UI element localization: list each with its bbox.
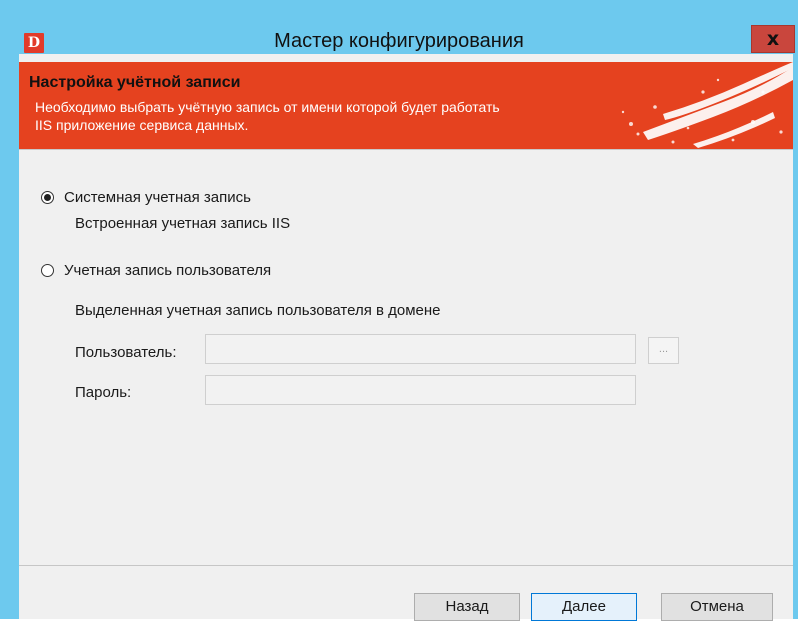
window-title: Мастер конфигурирования	[274, 30, 524, 52]
header-banner: Настройка учётной записи Необходимо выбр…	[19, 62, 793, 149]
system-account-radio[interactable]	[41, 191, 54, 204]
user-field-label: Пользователь:	[75, 344, 177, 361]
user-account-label[interactable]: Учетная запись пользователя	[64, 262, 271, 279]
system-account-label[interactable]: Системная учетная запись	[64, 189, 251, 206]
page-description-line2: IIS приложение сервиса данных.	[35, 117, 249, 133]
page-title: Настройка учётной записи	[29, 74, 241, 91]
title-bar[interactable]: D Мастер конфигурирования x	[0, 0, 798, 54]
paint-splash-icon	[621, 62, 793, 148]
user-account-radio[interactable]	[41, 264, 54, 277]
password-field-label: Пароль:	[75, 384, 132, 401]
user-account-description: Выделенная учетная запись пользователя в…	[75, 302, 441, 319]
back-button[interactable]: Назад	[414, 593, 520, 621]
system-account-option[interactable]: Системная учетная запись	[41, 189, 251, 206]
next-button[interactable]: Далее	[531, 593, 637, 621]
footer-divider	[19, 565, 793, 566]
user-field[interactable]	[205, 334, 636, 364]
close-button[interactable]: x	[751, 25, 795, 53]
page-description-line1: Необходимо выбрать учётную запись от име…	[35, 99, 500, 115]
password-field[interactable]	[205, 375, 636, 405]
cancel-button[interactable]: Отмена	[661, 593, 773, 621]
wizard-window: D Мастер конфигурирования x Настройка уч…	[0, 0, 798, 621]
header-divider	[19, 149, 793, 150]
user-account-option[interactable]: Учетная запись пользователя	[41, 262, 271, 279]
page-description: Необходимо выбрать учётную запись от име…	[35, 98, 625, 134]
wizard-body: Настройка учётной записи Необходимо выбр…	[19, 54, 793, 621]
system-account-description: Встроенная учетная запись IIS	[75, 215, 291, 232]
browse-user-button[interactable]: ...	[648, 337, 679, 364]
